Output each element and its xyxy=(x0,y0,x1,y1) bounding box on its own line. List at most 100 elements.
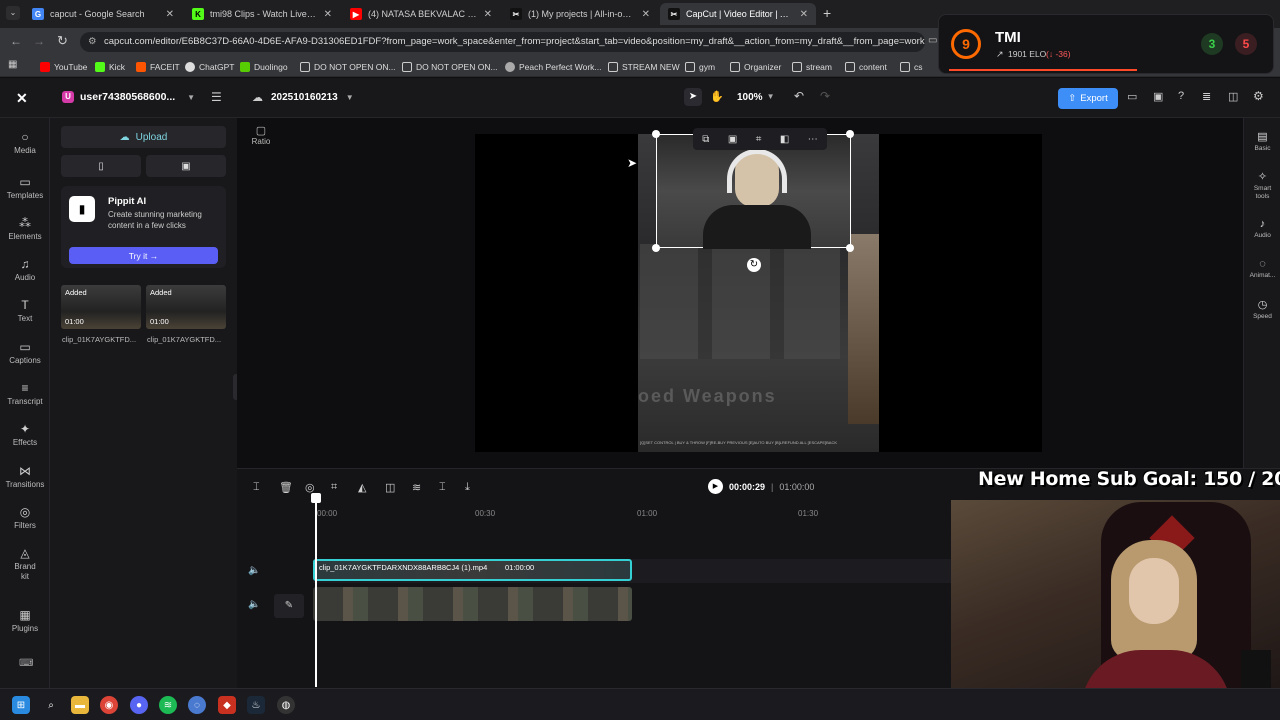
bookmark-folder[interactable]: gym xyxy=(685,59,715,74)
present-icon[interactable]: ▭ xyxy=(1127,90,1137,103)
windows-start-icon[interactable]: ⊞ xyxy=(12,696,30,714)
save-icon[interactable]: ▣ xyxy=(1153,90,1163,103)
zoom-select[interactable]: 100% ▼ xyxy=(737,92,775,103)
media-clip[interactable]: Added 01:00 clip_01K7AYGKTFD... xyxy=(61,285,141,344)
nav-transitions[interactable]: ⋈ Transitions xyxy=(0,464,50,489)
obs-icon[interactable]: ◍ xyxy=(277,696,295,714)
bookmark-folder[interactable]: content xyxy=(845,59,887,74)
playhead-handle[interactable] xyxy=(311,493,321,503)
bookmark-chatgpt[interactable]: ChatGPT xyxy=(185,59,234,74)
reload-icon[interactable]: ↻ xyxy=(57,33,68,49)
new-tab-button[interactable]: + xyxy=(823,5,831,21)
bookmark-folder[interactable]: Organizer xyxy=(730,59,781,74)
close-icon[interactable]: ✕ xyxy=(484,9,492,20)
nav-templates[interactable]: ▭ Templates xyxy=(0,175,50,200)
tool-basic[interactable]: ▤ Basic xyxy=(1244,130,1280,152)
ratio-button[interactable]: ▢ Ratio xyxy=(249,124,273,146)
filter-icon[interactable]: ◧ xyxy=(780,134,789,145)
media-clip[interactable]: Added 01:00 clip_01K7AYGKTFD... xyxy=(146,285,226,344)
menu-icon[interactable]: ☰ xyxy=(211,90,222,104)
nav-elements[interactable]: ⁂ Elements xyxy=(0,216,50,241)
tool-animation[interactable]: ◌ Animat... xyxy=(1244,258,1280,279)
bookmark-youtube[interactable]: YouTube xyxy=(40,59,87,74)
tool-audio[interactable]: ♪ Audio xyxy=(1244,218,1280,239)
help-icon[interactable]: ? xyxy=(1178,90,1184,102)
nav-filters[interactable]: ◎ Filters xyxy=(0,505,50,530)
try-it-button[interactable]: Try it → xyxy=(69,247,218,264)
split-icon[interactable]: ⌶ xyxy=(253,481,260,494)
play-button[interactable]: ▶ xyxy=(708,479,723,494)
crop-icon[interactable]: ⌗ xyxy=(756,134,762,145)
replace-icon[interactable]: ⧉ xyxy=(702,134,709,145)
phone-upload-button[interactable]: ▯ xyxy=(61,155,141,177)
upload-button[interactable]: ☁ Upload xyxy=(61,126,226,148)
browser-tab[interactable]: G capcut - Google Search ✕ xyxy=(24,3,182,25)
trim-icon[interactable]: ⌶ xyxy=(439,481,446,494)
reverse-icon[interactable]: ◫ xyxy=(385,481,395,494)
nav-audio[interactable]: ♫ Audio xyxy=(0,257,50,282)
bookmark-folder[interactable]: stream xyxy=(792,59,832,74)
user-menu[interactable]: U user74380568600... ▼ xyxy=(62,91,195,103)
bookmark-faceit[interactable]: FACEIT xyxy=(136,59,180,74)
nav-effects[interactable]: ✦ Effects xyxy=(0,422,50,447)
project-title[interactable]: ☁ 202510160213 ▼ xyxy=(252,91,354,104)
hand-tool-icon[interactable]: ✋ xyxy=(710,90,724,103)
resize-handle-tr[interactable] xyxy=(846,130,854,138)
browser-tab[interactable]: K tmi98 Clips - Watch Live on Kick ✕ xyxy=(184,3,340,25)
file-explorer-icon[interactable]: ▬ xyxy=(71,696,89,714)
discord-icon[interactable]: ● xyxy=(130,696,148,714)
browser-tab[interactable]: ▶ (4) NATASA BEKVALAC - KO ✕ xyxy=(342,3,500,25)
close-icon[interactable]: ✕ xyxy=(166,9,174,20)
capcut-logo-icon[interactable]: ✕ xyxy=(16,90,28,107)
browser-tab-active[interactable]: ✂ CapCut | Video Editor | All-In-O ✕ xyxy=(660,3,816,25)
main-video-clip[interactable] xyxy=(313,587,632,621)
layers-icon[interactable]: ≣ xyxy=(1202,90,1211,103)
rotate-handle-icon[interactable]: ↻ xyxy=(747,258,761,272)
resize-handle-br[interactable] xyxy=(846,244,854,252)
close-icon[interactable]: ✕ xyxy=(324,9,332,20)
mask-icon[interactable]: ▣ xyxy=(728,134,737,145)
export-button[interactable]: ⇧ Export xyxy=(1058,88,1118,109)
tab-search-icon[interactable]: ⌄ xyxy=(6,6,20,20)
browser-tab[interactable]: ✂ (1) My projects | All-in-one vi ✕ xyxy=(502,3,658,25)
nav-captions[interactable]: ▭ Captions xyxy=(0,340,50,365)
tool-smart-tools[interactable]: ✧ Smart tools xyxy=(1244,170,1280,201)
track-mute-icon[interactable]: 🔈 xyxy=(248,565,260,576)
search-icon[interactable]: ⌕ xyxy=(42,696,60,714)
mirror-icon[interactable]: ◭ xyxy=(358,481,366,494)
undo-icon[interactable]: ↶ xyxy=(794,89,804,103)
install-app-icon[interactable]: ▭ xyxy=(928,35,937,46)
apps-grid-icon[interactable]: ▦ xyxy=(8,59,17,70)
settings-icon[interactable]: ⚙ xyxy=(1253,89,1264,103)
site-info-icon[interactable]: ⚙ xyxy=(88,32,97,52)
bookmark-folder[interactable]: STREAM NEW xyxy=(608,59,680,74)
bookmark-kick[interactable]: Kick xyxy=(95,59,125,74)
cover-edit-button[interactable]: ✎ xyxy=(274,594,304,618)
webcam-layer[interactable] xyxy=(652,130,854,252)
close-icon[interactable]: ✕ xyxy=(800,9,808,20)
delete-icon[interactable]: 🗑 xyxy=(279,481,293,494)
overlay-clip[interactable]: clip_01K7AYGKTFDARXNDX88ARB8CJ4 (1).mp4 … xyxy=(313,559,632,581)
playhead[interactable] xyxy=(315,497,317,687)
bookmark-folder[interactable]: DO NOT OPEN ON... xyxy=(402,59,498,74)
keyboard-icon[interactable]: ⌨ xyxy=(19,658,33,669)
bookmark-folder[interactable]: DO NOT OPEN ON... xyxy=(300,59,396,74)
track-mute-icon[interactable]: 🔈 xyxy=(248,599,260,610)
video-canvas[interactable]: oed Weapons [Q]SET CONTROL | BUY & THROW… xyxy=(475,128,1042,452)
bookmark-peach[interactable]: Peach Perfect Work... xyxy=(505,59,602,74)
crop-icon[interactable]: ⌗ xyxy=(331,481,337,494)
nav-plugins[interactable]: ▦ Plugins xyxy=(0,608,50,633)
bookmark-folder[interactable]: cs xyxy=(900,59,923,74)
redo-icon[interactable]: ↷ xyxy=(820,89,830,103)
adjust-icon[interactable]: ≋ xyxy=(412,481,421,494)
close-icon[interactable]: ✕ xyxy=(642,9,650,20)
screen-record-button[interactable]: ▣ xyxy=(146,155,226,177)
back-icon[interactable]: ← xyxy=(10,34,22,48)
nav-text[interactable]: T Text xyxy=(0,298,50,323)
url-field[interactable]: ⚙ capcut.com/editor/E6B8C37D-66A0-4D6E-A… xyxy=(80,32,925,52)
tool-speed[interactable]: ◷ Speed xyxy=(1244,298,1280,320)
resize-handle-bl[interactable] xyxy=(652,244,660,252)
download-icon[interactable]: ⤓ xyxy=(465,481,470,494)
nav-transcript[interactable]: ≡ Transcript xyxy=(0,381,50,406)
layout-icon[interactable]: ◫ xyxy=(1228,90,1238,103)
